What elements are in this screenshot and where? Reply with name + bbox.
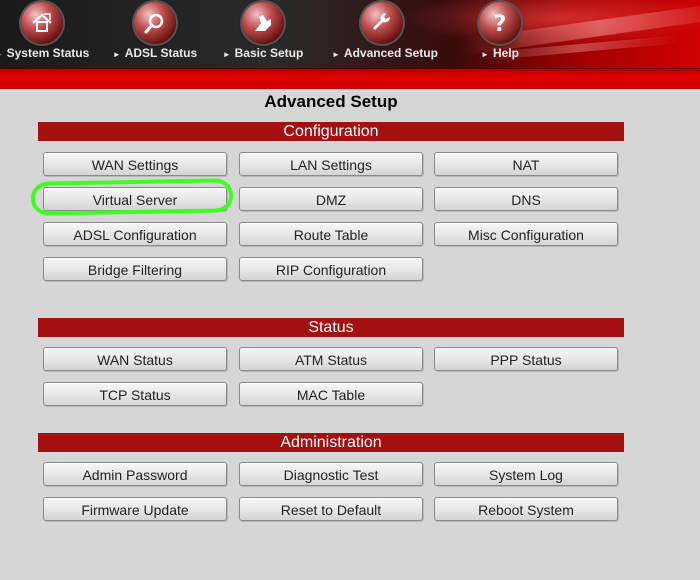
header-red-stripe bbox=[0, 68, 700, 89]
lan-settings-button[interactable]: LAN Settings bbox=[239, 152, 423, 176]
arrow-right-icon: ► bbox=[0, 50, 3, 59]
nav-label: Help bbox=[492, 46, 519, 60]
diagnostic-test-button[interactable]: Diagnostic Test bbox=[239, 462, 423, 486]
system-log-button[interactable]: System Log bbox=[434, 462, 618, 486]
section-header-configuration: Configuration bbox=[38, 122, 624, 141]
firmware-update-button[interactable]: Firmware Update bbox=[43, 497, 227, 521]
house-document-icon bbox=[21, 2, 63, 44]
virtual-server-button[interactable]: Virtual Server bbox=[43, 187, 227, 211]
hand-pointer-icon bbox=[242, 2, 284, 44]
arrow-right-icon: ► bbox=[222, 50, 231, 59]
wrench-icon bbox=[361, 2, 403, 44]
reboot-system-button[interactable]: Reboot System bbox=[434, 497, 618, 521]
svg-text:?: ? bbox=[494, 12, 507, 35]
rip-configuration-button[interactable]: RIP Configuration bbox=[239, 257, 423, 281]
ppp-status-button[interactable]: PPP Status bbox=[434, 347, 618, 371]
nav-item-adsl-status[interactable]: ► ADSL Status bbox=[105, 0, 205, 68]
arrow-right-icon: ► bbox=[481, 50, 489, 59]
bridge-filtering-button[interactable]: Bridge Filtering bbox=[43, 257, 227, 281]
route-table-button[interactable]: Route Table bbox=[239, 222, 423, 246]
wan-status-button[interactable]: WAN Status bbox=[43, 347, 227, 371]
nav-label: ADSL Status bbox=[124, 46, 198, 60]
nav-item-basic-setup[interactable]: ► Basic Setup bbox=[213, 0, 313, 68]
arrow-right-icon: ► bbox=[332, 50, 340, 59]
wan-settings-button[interactable]: WAN Settings bbox=[43, 152, 227, 176]
admin-password-button[interactable]: Admin Password bbox=[43, 462, 227, 486]
misc-configuration-button[interactable]: Misc Configuration bbox=[434, 222, 618, 246]
dmz-button[interactable]: DMZ bbox=[239, 187, 423, 211]
dns-button[interactable]: DNS bbox=[434, 187, 618, 211]
arrow-right-icon: ► bbox=[112, 50, 121, 59]
tcp-status-button[interactable]: TCP Status bbox=[43, 382, 227, 406]
nav-item-help[interactable]: ? ► Help bbox=[450, 0, 550, 68]
magnifier-icon bbox=[134, 2, 176, 44]
nat-button[interactable]: NAT bbox=[434, 152, 618, 176]
question-mark-icon: ? bbox=[479, 2, 521, 44]
atm-status-button[interactable]: ATM Status bbox=[239, 347, 423, 371]
top-navigation-bar: ►System Status ►ADSL Status ►Basic Setup… bbox=[0, 0, 700, 68]
section-header-status: Status bbox=[38, 318, 624, 337]
adsl-configuration-button[interactable]: ADSL Configuration bbox=[43, 222, 227, 246]
nav-label: Advanced Setup bbox=[343, 46, 438, 60]
nav-label: System Status bbox=[6, 46, 90, 60]
mac-table-button[interactable]: MAC Table bbox=[239, 382, 423, 406]
nav-label: Basic Setup bbox=[234, 46, 304, 60]
page-title: Advanced Setup bbox=[264, 92, 398, 111]
nav-item-system-status[interactable]: ►System Status bbox=[0, 0, 92, 68]
section-header-administration: Administration bbox=[38, 433, 624, 452]
nav-item-advanced-setup[interactable]: ► Advanced Setup bbox=[332, 0, 438, 68]
reset-to-default-button[interactable]: Reset to Default bbox=[239, 497, 423, 521]
